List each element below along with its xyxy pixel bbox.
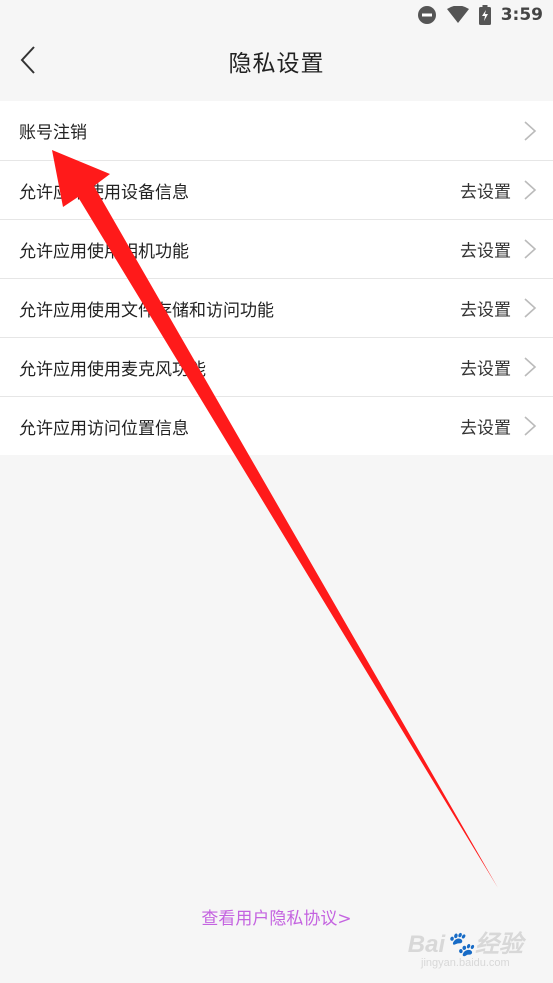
settings-list: 账号注销 允许应用使用设备信息 去设置 允许应用使用相机功能 去设置 允许应用使… (0, 101, 553, 455)
battery-charging-icon (478, 5, 491, 25)
settings-item-location[interactable]: 允许应用访问位置信息 去设置 (0, 396, 553, 455)
settings-item-action: 去设置 (460, 182, 511, 203)
chevron-right-icon (524, 120, 537, 141)
settings-item-label: 允许应用使用相机功能 (19, 241, 189, 262)
settings-item-label: 允许应用使用文件存储和访问功能 (19, 300, 274, 321)
settings-item-action: 去设置 (460, 300, 511, 321)
settings-item-action: 去设置 (460, 359, 511, 380)
settings-item-file-storage[interactable]: 允许应用使用文件存储和访问功能 去设置 (0, 278, 553, 337)
settings-item-label: 账号注销 (19, 123, 87, 143)
watermark-logo: Bai🐾经验 (407, 931, 523, 958)
settings-item-label: 允许应用使用麦克风功能 (19, 359, 206, 380)
settings-item-label: 允许应用访问位置信息 (19, 418, 189, 439)
chevron-right-icon (524, 416, 537, 436)
settings-item-label: 允许应用使用设备信息 (19, 182, 189, 203)
status-time: 3:59 (500, 5, 543, 25)
chevron-right-icon (524, 180, 537, 200)
settings-item-microphone[interactable]: 允许应用使用麦克风功能 去设置 (0, 337, 553, 396)
chevron-right-icon (524, 298, 537, 318)
page-title: 隐私设置 (228, 51, 325, 77)
app-header: 隐私设置 (0, 30, 553, 90)
settings-item-camera[interactable]: 允许应用使用相机功能 去设置 (0, 219, 553, 278)
chevron-right-icon (524, 357, 537, 377)
watermark-url: jingyan.baidu.com (421, 957, 510, 969)
watermark: Bai🐾经验 jingyan.baidu.com (408, 924, 523, 969)
wifi-icon (446, 6, 469, 23)
settings-item-action: 去设置 (460, 418, 511, 439)
settings-item-device-info[interactable]: 允许应用使用设备信息 去设置 (0, 160, 553, 219)
settings-item-account-deletion[interactable]: 账号注销 (0, 101, 553, 160)
chevron-right-icon (524, 239, 537, 259)
settings-item-action: 去设置 (460, 241, 511, 262)
status-bar: 3:59 (0, 0, 553, 30)
do-not-disturb-icon (417, 6, 436, 24)
